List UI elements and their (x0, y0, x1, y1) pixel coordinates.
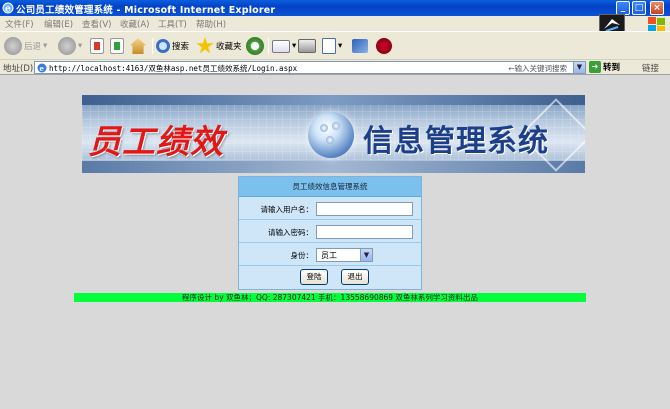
chevron-down-icon: ▼ (360, 249, 372, 261)
login-header: 员工绩效信息管理系统 (239, 177, 421, 197)
refresh-button[interactable] (110, 36, 124, 56)
banner-red-title: 员工绩效 (88, 122, 224, 161)
stop-icon (90, 38, 104, 54)
minimize-button[interactable]: _ (616, 1, 630, 15)
chevron-down-icon: ▾ (78, 41, 83, 51)
close-button[interactable]: × (650, 1, 664, 15)
history-icon (246, 37, 264, 55)
go-arrow-icon: ➜ (589, 61, 601, 73)
discuss-button[interactable] (352, 36, 368, 56)
password-input[interactable] (316, 225, 413, 239)
banner-orb-icon (308, 112, 354, 158)
discuss-icon (352, 39, 368, 53)
username-row: 请输入用户名： (239, 198, 421, 220)
address-bar: 地址(D) e http://localhost:4163/双鱼林asp.net… (0, 59, 670, 74)
home-button[interactable] (130, 36, 146, 56)
address-url: http://localhost:4163/双鱼林asp.net员工绩效系统/L… (49, 64, 298, 73)
maximize-button[interactable]: □ (632, 1, 646, 15)
search-button[interactable]: 搜索 (156, 36, 189, 56)
search-hint: ←输入关键词搜索 (508, 64, 567, 73)
back-arrow-icon (4, 37, 22, 55)
links-button[interactable]: 链接 (642, 62, 659, 74)
menu-tools[interactable]: 工具(T) (158, 18, 187, 30)
menu-edit[interactable]: 编辑(E) (44, 18, 73, 30)
star-icon (196, 37, 214, 54)
mail-button[interactable]: ▾ (272, 36, 296, 56)
password-row: 请输入密码： (239, 221, 421, 243)
standard-toolbar: 后退 ▾ ▾ 搜索 收藏夹 ▾ ▾ (0, 31, 670, 59)
go-button[interactable]: ➜ 转到 (589, 61, 620, 73)
search-icon (156, 39, 170, 53)
stop-button[interactable] (90, 36, 104, 56)
address-dropdown-button[interactable]: ▼ (573, 62, 585, 73)
forward-button[interactable]: ▾ (58, 36, 82, 56)
role-row: 身份： 员工 ▼ (239, 244, 421, 266)
footer-credits: 程序设计 by 双鱼林；QQ: 287307421 手机：13558690869… (74, 293, 586, 302)
edit-button[interactable]: ▾ (322, 36, 342, 56)
role-select[interactable]: 员工 ▼ (316, 248, 373, 262)
role-label: 身份： (290, 251, 314, 260)
login-button[interactable]: 登陆 (300, 269, 328, 285)
menu-view[interactable]: 查看(V) (82, 18, 111, 30)
password-label: 请输入密码： (268, 228, 313, 237)
window-title: 公司员工绩效管理系统 - Microsoft Internet Explorer (16, 5, 276, 16)
menu-help[interactable]: 帮助(H) (196, 18, 226, 30)
chevron-down-icon: ▾ (338, 41, 343, 51)
chevron-down-icon: ▾ (43, 41, 48, 51)
printer-icon (298, 39, 316, 53)
messenger-button[interactable] (376, 36, 392, 56)
exit-button[interactable]: 退出 (341, 269, 369, 285)
history-button[interactable] (246, 36, 264, 56)
forward-arrow-icon (58, 37, 76, 55)
svg-text:e: e (40, 64, 45, 73)
menu-bar: 文件(F) 编辑(E) 查看(V) 收藏(A) 工具(T) 帮助(H) (0, 16, 670, 31)
word-document-icon (322, 38, 336, 54)
address-input[interactable]: e http://localhost:4163/双鱼林asp.net员工绩效系统… (34, 61, 586, 74)
svg-text:e: e (5, 5, 11, 15)
home-icon (130, 38, 146, 54)
username-label: 请输入用户名： (260, 205, 314, 214)
print-button[interactable] (298, 36, 316, 56)
chevron-down-icon: ▾ (292, 41, 297, 51)
login-panel: 员工绩效信息管理系统 请输入用户名： 请输入密码： 身份： 员工 ▼ 登陆 退出 (238, 176, 422, 290)
page-icon: e (37, 63, 47, 73)
username-input[interactable] (316, 202, 413, 216)
refresh-icon (110, 38, 124, 54)
ie-logo-icon: e (2, 2, 14, 14)
menu-file[interactable]: 文件(F) (5, 18, 34, 30)
menu-favorites[interactable]: 收藏(A) (120, 18, 149, 30)
window-titlebar: e 公司员工绩效管理系统 - Microsoft Internet Explor… (0, 0, 670, 16)
favorites-button[interactable]: 收藏夹 (196, 36, 242, 56)
banner-blue-title: 信息管理系统 (363, 124, 549, 159)
messenger-icon (376, 38, 392, 54)
system-banner: 员工绩效 信息管理系统 (82, 95, 585, 173)
back-button[interactable]: 后退 ▾ (4, 36, 47, 56)
mail-icon (272, 39, 290, 53)
